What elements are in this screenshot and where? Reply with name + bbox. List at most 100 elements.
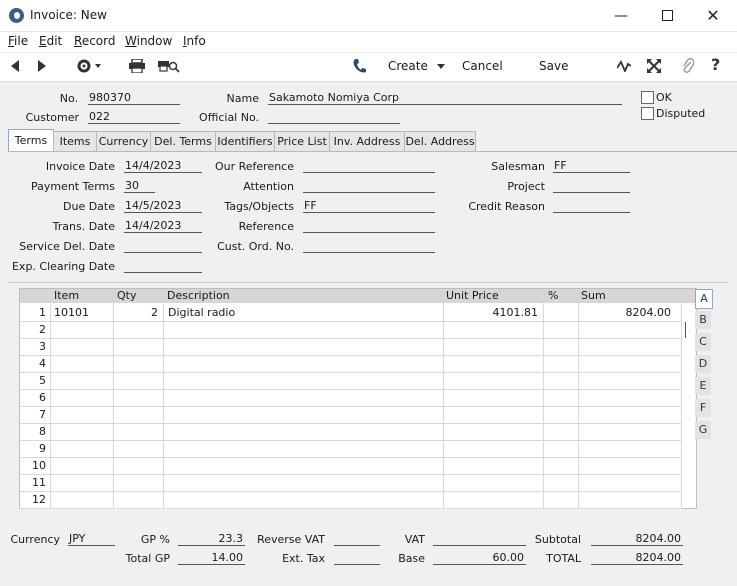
attachment-icon[interactable]: [682, 58, 695, 77]
table-row[interactable]: 9: [20, 440, 682, 458]
percent-cell[interactable]: [544, 321, 574, 338]
table-row[interactable]: 11: [20, 474, 682, 492]
unit-price-cell[interactable]: [444, 389, 538, 406]
no-field[interactable]: 980370: [88, 91, 180, 105]
tab-currency[interactable]: Currency: [96, 131, 151, 151]
item-cell[interactable]: [54, 440, 112, 457]
qty-cell[interactable]: [114, 406, 158, 423]
menu-record[interactable]: Record: [74, 34, 115, 48]
ok-checkbox[interactable]: [641, 91, 654, 104]
minimize-button[interactable]: —: [598, 0, 644, 31]
close-button[interactable]: ✕: [690, 0, 736, 31]
cust-ord-no-field[interactable]: [303, 239, 435, 253]
unit-price-cell[interactable]: [444, 474, 538, 491]
qty-cell[interactable]: [114, 338, 158, 355]
unit-price-cell[interactable]: [444, 321, 538, 338]
help-icon[interactable]: ?: [711, 57, 720, 73]
sum-cell[interactable]: [579, 423, 671, 440]
sum-cell[interactable]: 8204.00: [579, 304, 672, 321]
table-row[interactable]: 6: [20, 389, 682, 407]
customer-field[interactable]: 022: [88, 110, 180, 124]
sum-cell[interactable]: [579, 372, 671, 389]
qty-cell[interactable]: [114, 321, 158, 338]
unit-price-cell[interactable]: [444, 338, 538, 355]
tab-del-terms[interactable]: Del. Terms: [150, 131, 216, 151]
table-row[interactable]: 10: [20, 457, 682, 475]
unit-price-cell[interactable]: [444, 440, 538, 457]
sum-cell[interactable]: [579, 355, 671, 372]
percent-cell[interactable]: [544, 423, 574, 440]
item-cell[interactable]: [54, 372, 112, 389]
percent-cell[interactable]: [544, 457, 574, 474]
name-field[interactable]: Sakamoto Nomiya Corp: [268, 91, 622, 105]
percent-cell[interactable]: [544, 440, 574, 457]
grid-side-tab-g[interactable]: G: [695, 421, 711, 439]
phone-icon[interactable]: [352, 58, 366, 77]
description-cell[interactable]: [168, 423, 438, 440]
qty-cell[interactable]: [114, 372, 158, 389]
sum-cell[interactable]: [579, 389, 671, 406]
print-icon[interactable]: [129, 58, 145, 76]
qty-cell[interactable]: [114, 474, 158, 491]
description-cell[interactable]: [168, 389, 438, 406]
tab-price-list[interactable]: Price List: [274, 131, 330, 151]
qty-cell[interactable]: [114, 491, 158, 508]
attention-field[interactable]: [303, 179, 435, 193]
table-row[interactable]: 5: [20, 372, 682, 390]
grid-scrollbar[interactable]: [685, 322, 686, 338]
project-field[interactable]: [553, 179, 630, 193]
sum-cell[interactable]: [579, 321, 671, 338]
menu-info[interactable]: Info: [183, 34, 206, 48]
item-cell[interactable]: [54, 423, 112, 440]
maximize-button[interactable]: [644, 0, 690, 31]
payment-terms-field[interactable]: 30: [124, 179, 155, 193]
our-reference-field[interactable]: [303, 159, 435, 173]
due-date-field[interactable]: 14/5/2023: [124, 199, 202, 213]
table-row[interactable]: 3: [20, 338, 682, 356]
previous-record-icon[interactable]: [11, 60, 19, 75]
percent-cell[interactable]: [544, 304, 574, 321]
item-cell[interactable]: [54, 474, 112, 491]
grid-side-tab-e[interactable]: E: [695, 377, 711, 395]
sum-cell[interactable]: [579, 440, 671, 457]
table-row[interactable]: 2: [20, 321, 682, 339]
unit-price-cell[interactable]: [444, 491, 538, 508]
description-cell[interactable]: [168, 457, 438, 474]
unit-price-cell[interactable]: 4101.81: [444, 304, 539, 321]
table-row[interactable]: 4: [20, 355, 682, 373]
table-row[interactable]: 8: [20, 423, 682, 441]
description-cell[interactable]: [168, 372, 438, 389]
percent-cell[interactable]: [544, 355, 574, 372]
cancel-button[interactable]: Cancel: [462, 59, 503, 73]
tags-objects-field[interactable]: FF: [303, 199, 435, 213]
menu-window[interactable]: Window: [125, 34, 172, 48]
sum-cell[interactable]: [579, 491, 671, 508]
table-row[interactable]: 1 10101 2 Digital radio 4101.81 8204.00: [20, 304, 682, 322]
qty-cell[interactable]: [114, 355, 158, 372]
disputed-checkbox[interactable]: [641, 107, 654, 120]
official-no-field[interactable]: [268, 110, 400, 124]
description-cell[interactable]: [168, 491, 438, 508]
trans-date-field[interactable]: 14/4/2023: [124, 219, 202, 233]
description-cell[interactable]: [168, 440, 438, 457]
item-cell[interactable]: 10101: [54, 304, 112, 321]
create-button[interactable]: Create: [388, 59, 445, 73]
items-grid[interactable]: Item Qty Description Unit Price % Sum 11…: [19, 288, 697, 509]
percent-cell[interactable]: [544, 491, 574, 508]
description-cell[interactable]: [168, 406, 438, 423]
qty-cell[interactable]: [114, 457, 158, 474]
percent-cell[interactable]: [544, 338, 574, 355]
gear-icon[interactable]: [76, 58, 102, 77]
invoice-date-field[interactable]: 14/4/2023: [124, 159, 202, 173]
percent-cell[interactable]: [544, 389, 574, 406]
description-cell[interactable]: Digital radio: [168, 304, 438, 321]
tab-del-address[interactable]: Del. Address: [404, 131, 476, 151]
save-button[interactable]: Save: [539, 59, 568, 73]
expand-icon[interactable]: [647, 59, 661, 76]
print-preview-icon[interactable]: [158, 59, 180, 76]
item-cell[interactable]: [54, 338, 112, 355]
item-cell[interactable]: [54, 406, 112, 423]
salesman-field[interactable]: FF: [553, 159, 630, 173]
currency-field[interactable]: JPY: [68, 532, 115, 546]
item-cell[interactable]: [54, 491, 112, 508]
